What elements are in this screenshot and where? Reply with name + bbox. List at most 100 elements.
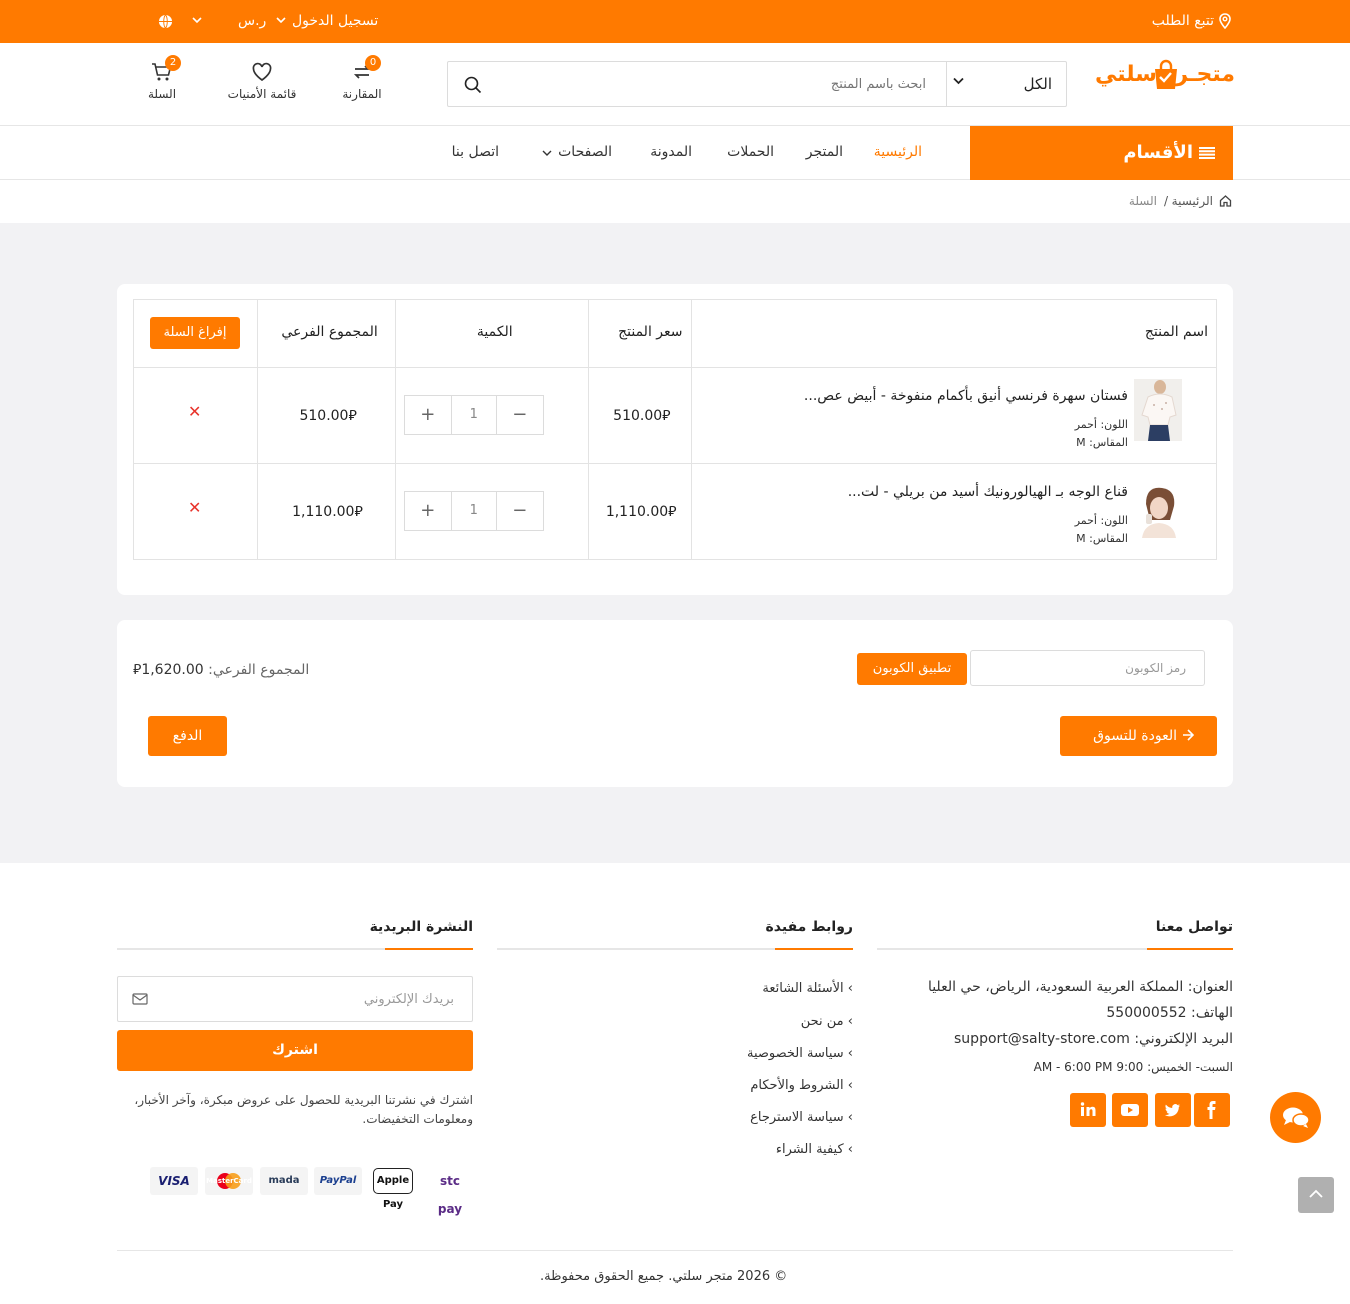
product-name[interactable]: فستان سهرة فرنسي أنيق بأكمام منفوخة - أب… (804, 388, 1128, 404)
breadcrumb-home[interactable]: الرئيسية (1172, 194, 1213, 208)
useful-links-title: روابط مفيدة (765, 919, 854, 935)
twitter-icon[interactable] (1155, 1093, 1191, 1127)
login-link[interactable]: تسجيل الدخول (292, 12, 378, 30)
product-color: اللون: أحمر (1074, 514, 1128, 527)
footer-link-faq[interactable]: › الأسئلة الشائعة (762, 981, 853, 996)
product-image-mask[interactable] (1132, 484, 1182, 538)
decrease-qty-button[interactable]: − (497, 492, 543, 530)
menu-icon (1199, 146, 1215, 160)
quantity-value[interactable]: 1 (450, 396, 497, 434)
location-pin-icon (1218, 13, 1232, 29)
quantity-stepper: − 1 + (403, 395, 544, 435)
newsletter-text-line1: اشترك في نشرتنا البريدية للحصول على عروض… (134, 1093, 473, 1107)
mada-logo: mada (260, 1167, 308, 1195)
newsletter-title: النشرة البريدية (369, 919, 473, 935)
row-subtotal: 510.00⃁ (299, 408, 357, 424)
nav-pages[interactable]: الصفحات (558, 144, 612, 160)
quantity-value[interactable]: 1 (450, 492, 497, 530)
product-size: المقاس: M (1076, 436, 1128, 449)
cart-table-card: اسم المنتج سعر المنتج الكمية المجموع الف… (117, 284, 1233, 595)
product-price: 1,110.00⃁ (605, 504, 677, 520)
breadcrumb: الرئيسية / السلة (0, 180, 1350, 223)
chevron-down-icon[interactable] (192, 16, 202, 24)
mastercard-logo: MasterCard (205, 1167, 253, 1195)
main-nav: الأقسام الرئيسية المتجر الحملات المدونة … (0, 126, 1350, 180)
quantity-stepper: − 1 + (403, 491, 544, 531)
store-logo[interactable]: متجـر سلتي (1095, 59, 1235, 95)
copyright: © 2026 متجر سلتي. جميع الحقوق محفوظة. (540, 1269, 788, 1284)
chevron-down-icon (953, 77, 964, 85)
chevron-up-icon (1309, 1189, 1323, 1199)
youtube-icon[interactable] (1112, 1093, 1148, 1127)
cart-subtotal: المجموع الفرعي: 1,620.00⃁ (133, 662, 310, 678)
wishlist-button[interactable]: قائمة الأمنيات (222, 61, 302, 101)
product-color: اللون: أحمر (1074, 418, 1128, 431)
table-row: فستان سهرة فرنسي أنيق بأكمام منفوخة - أب… (133, 367, 1217, 464)
track-order-link[interactable]: تتبع الطلب (1152, 12, 1214, 30)
compare-button[interactable]: 0 المقارنة (337, 55, 387, 101)
newsletter-email-input[interactable]: بريدك الإلكتروني (117, 976, 473, 1022)
footer-link-privacy[interactable]: › سياسة الخصوصية (747, 1046, 853, 1061)
nav-shop[interactable]: المتجر (806, 144, 843, 160)
back-to-top-button[interactable] (1298, 1177, 1334, 1213)
search-input[interactable] (488, 62, 946, 106)
footer-link-returns[interactable]: › سياسة الاسترجاع (750, 1110, 853, 1125)
header-product-name: اسم المنتج (1144, 324, 1208, 340)
site-footer: تواصل معنا العنوان: المملكة العربية السع… (0, 863, 1350, 1304)
checkout-button[interactable]: الدفع (148, 716, 227, 756)
cart-summary-card: رمز الكوبون تطبيق الكوبون المجموع الفرعي… (117, 620, 1233, 787)
chevron-down-icon[interactable] (276, 16, 286, 24)
cart-table: اسم المنتج سعر المنتج الكمية المجموع الف… (133, 299, 1217, 560)
product-price: 510.00⃁ (613, 408, 671, 424)
nav-contact[interactable]: اتصل بنا (452, 144, 499, 160)
header-qty: الكمية (476, 324, 513, 340)
product-image-dress[interactable] (1134, 379, 1182, 441)
logo-word-name: سلتي (1095, 62, 1157, 87)
logo-word-store: متجـر (1175, 62, 1235, 87)
contact-phone: الهاتف: 550000552 (1106, 1005, 1233, 1021)
chat-bubbles-icon (1282, 1106, 1310, 1130)
categories-menu-button[interactable]: الأقسام (970, 126, 1233, 180)
chat-button[interactable] (1270, 1092, 1321, 1143)
search-icon[interactable] (464, 76, 482, 94)
increase-qty-button[interactable]: + (405, 492, 451, 530)
globe-icon[interactable] (158, 14, 173, 29)
footer-link-terms[interactable]: › الشروط والأحكام (750, 1078, 853, 1093)
chevron-down-icon[interactable] (542, 150, 552, 157)
heart-icon (251, 61, 273, 83)
compare-count-badge: 0 (365, 55, 381, 71)
top-bar: تتبع الطلب تسجيل الدخول ر.س (0, 0, 1350, 43)
header-price: سعر المنتج (618, 324, 683, 340)
search-bar: الكل (447, 61, 1067, 107)
product-size: المقاس: M (1076, 532, 1128, 545)
footer-link-about[interactable]: › من نحن (801, 1014, 853, 1029)
facebook-icon[interactable] (1194, 1093, 1230, 1127)
product-name[interactable]: قناع الوجه بـ الهيالورونيك أسيد من بريلي… (848, 484, 1128, 500)
increase-qty-button[interactable]: + (405, 396, 451, 434)
apply-coupon-button[interactable]: تطبيق الكوبون (857, 653, 967, 685)
empty-cart-button[interactable]: إفراغ السلة (150, 317, 240, 349)
home-icon (1219, 194, 1232, 207)
paypal-logo: PayPal (314, 1167, 362, 1195)
nav-blog[interactable]: المدونة (650, 144, 692, 160)
arrow-right-icon (1182, 729, 1194, 741)
footer-link-howto[interactable]: › كيفية الشراء (776, 1142, 853, 1157)
mail-icon (132, 993, 148, 1005)
remove-item-icon[interactable]: ✕ (188, 498, 201, 517)
cart-count-badge: 2 (165, 55, 181, 71)
search-category-select[interactable]: الكل (946, 62, 1066, 106)
nav-home[interactable]: الرئيسية (874, 144, 922, 160)
cart-button[interactable]: 2 السلة (142, 55, 182, 101)
row-subtotal: 1,110.00⃁ (292, 504, 363, 520)
remove-item-icon[interactable]: ✕ (188, 402, 201, 421)
stcpay-logo: stc pay (426, 1167, 474, 1216)
linkedin-icon[interactable] (1070, 1093, 1106, 1127)
nav-campaigns[interactable]: الحملات (727, 144, 774, 160)
back-to-shop-button[interactable]: العودة للتسوق (1060, 716, 1217, 756)
currency-selector[interactable]: ر.س (238, 12, 266, 30)
subscribe-button[interactable]: اشترك (117, 1030, 473, 1071)
contact-email[interactable]: البريد الإلكتروني: support@salty-store.c… (954, 1031, 1233, 1047)
decrease-qty-button[interactable]: − (497, 396, 543, 434)
coupon-input[interactable]: رمز الكوبون (970, 650, 1205, 686)
contact-hours: السبت- الخميس: 9:00 AM - 6:00 PM (1033, 1060, 1233, 1074)
